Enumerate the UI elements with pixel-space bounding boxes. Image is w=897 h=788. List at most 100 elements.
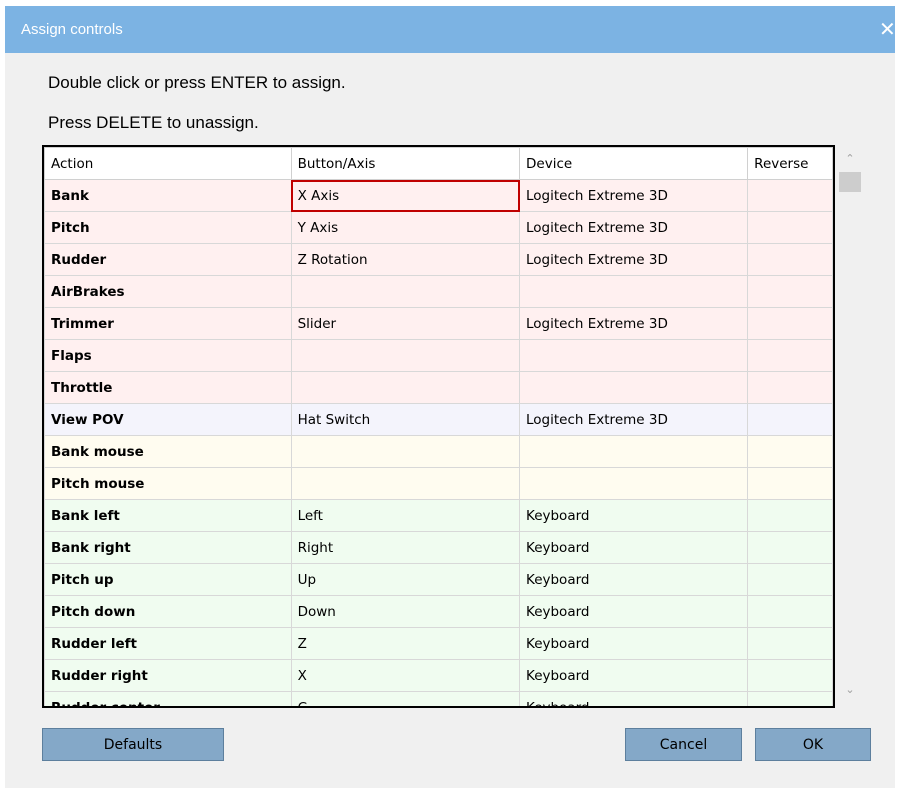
device-cell[interactable]: Logitech Extreme 3D xyxy=(519,211,749,244)
device-cell[interactable]: Logitech Extreme 3D xyxy=(519,243,749,276)
button-axis-cell[interactable]: Z Rotation xyxy=(290,243,521,276)
table-row[interactable]: Pitch down Down Keyboard xyxy=(44,595,833,628)
column-header-reverse[interactable]: Reverse xyxy=(747,147,833,180)
table-row[interactable]: View POV Hat Switch Logitech Extreme 3D xyxy=(44,403,833,436)
column-header-button-axis[interactable]: Button/Axis xyxy=(290,147,521,180)
reverse-cell[interactable] xyxy=(747,371,833,404)
action-cell[interactable]: Trimmer xyxy=(44,307,292,340)
device-cell[interactable]: Logitech Extreme 3D xyxy=(519,307,749,340)
table-row[interactable]: Flaps xyxy=(44,339,833,372)
device-cell[interactable] xyxy=(519,435,749,468)
device-cell[interactable] xyxy=(519,275,749,308)
reverse-cell[interactable] xyxy=(747,691,833,706)
table-row[interactable]: Throttle xyxy=(44,371,833,404)
device-cell[interactable]: Keyboard xyxy=(519,595,749,628)
vertical-scrollbar[interactable]: ⌃ ⌄ xyxy=(837,145,864,706)
table-row[interactable]: Pitch up Up Keyboard xyxy=(44,563,833,596)
table-row[interactable]: Rudder center C Keyboard xyxy=(44,691,833,706)
button-axis-cell[interactable]: Down xyxy=(290,595,521,628)
table-row[interactable]: Trimmer Slider Logitech Extreme 3D xyxy=(44,307,833,340)
reverse-cell[interactable] xyxy=(747,339,833,372)
reverse-cell[interactable] xyxy=(747,307,833,340)
column-header-device[interactable]: Device xyxy=(519,147,749,180)
action-cell[interactable]: Bank xyxy=(44,179,292,212)
button-axis-cell[interactable] xyxy=(290,435,521,468)
reverse-cell[interactable] xyxy=(747,243,833,276)
table-row[interactable]: Rudder Z Rotation Logitech Extreme 3D xyxy=(44,243,833,276)
reverse-cell[interactable] xyxy=(747,275,833,308)
reverse-cell[interactable] xyxy=(747,595,833,628)
action-cell[interactable]: View POV xyxy=(44,403,292,436)
controls-grid[interactable]: Action Button/Axis Device Reverse Bank X … xyxy=(42,145,835,708)
button-axis-cell[interactable]: X xyxy=(290,659,521,692)
scroll-down-icon[interactable]: ⌄ xyxy=(843,684,857,696)
button-axis-cell[interactable]: Right xyxy=(290,531,521,564)
reverse-cell[interactable] xyxy=(747,499,833,532)
reverse-cell[interactable] xyxy=(747,435,833,468)
action-cell[interactable]: Bank mouse xyxy=(44,435,292,468)
scroll-up-icon[interactable]: ⌃ xyxy=(843,153,857,165)
device-cell[interactable]: Keyboard xyxy=(519,691,749,706)
close-icon[interactable]: ✕ xyxy=(879,19,896,39)
action-cell[interactable]: Rudder right xyxy=(44,659,292,692)
button-axis-cell[interactable] xyxy=(290,275,521,308)
button-axis-cell[interactable]: Y Axis xyxy=(290,211,521,244)
button-axis-cell[interactable]: C xyxy=(290,691,521,706)
ok-button[interactable]: OK xyxy=(755,728,871,761)
reverse-cell[interactable] xyxy=(747,563,833,596)
action-cell[interactable]: Rudder center xyxy=(44,691,292,706)
defaults-button[interactable]: Defaults xyxy=(42,728,224,761)
table-row[interactable]: Bank X Axis Logitech Extreme 3D xyxy=(44,179,833,212)
reverse-cell[interactable] xyxy=(747,531,833,564)
action-cell[interactable]: Pitch up xyxy=(44,563,292,596)
action-cell[interactable]: Rudder left xyxy=(44,627,292,660)
device-cell[interactable]: Logitech Extreme 3D xyxy=(519,179,749,212)
table-header-row: Action Button/Axis Device Reverse xyxy=(44,147,833,180)
action-cell[interactable]: Pitch xyxy=(44,211,292,244)
table-row[interactable]: Pitch Y Axis Logitech Extreme 3D xyxy=(44,211,833,244)
table-row[interactable]: Pitch mouse xyxy=(44,467,833,500)
device-cell[interactable]: Keyboard xyxy=(519,499,749,532)
device-cell[interactable]: Keyboard xyxy=(519,627,749,660)
action-cell[interactable]: Rudder xyxy=(44,243,292,276)
table-row[interactable]: Rudder right X Keyboard xyxy=(44,659,833,692)
button-axis-cell[interactable]: Hat Switch xyxy=(290,403,521,436)
action-cell[interactable]: Pitch mouse xyxy=(44,467,292,500)
action-cell[interactable]: AirBrakes xyxy=(44,275,292,308)
window-title: Assign controls xyxy=(21,21,123,38)
button-axis-cell[interactable]: Slider xyxy=(290,307,521,340)
reverse-cell[interactable] xyxy=(747,211,833,244)
cancel-button[interactable]: Cancel xyxy=(625,728,742,761)
reverse-cell[interactable] xyxy=(747,467,833,500)
reverse-cell[interactable] xyxy=(747,627,833,660)
device-cell[interactable]: Logitech Extreme 3D xyxy=(519,403,749,436)
button-axis-cell[interactable] xyxy=(290,467,521,500)
table-row[interactable]: Bank right Right Keyboard xyxy=(44,531,833,564)
table-row[interactable]: Rudder left Z Keyboard xyxy=(44,627,833,660)
action-cell[interactable]: Flaps xyxy=(44,339,292,372)
device-cell[interactable]: Keyboard xyxy=(519,563,749,596)
button-axis-cell[interactable]: X Axis xyxy=(290,179,521,212)
action-cell[interactable]: Pitch down xyxy=(44,595,292,628)
device-cell[interactable] xyxy=(519,467,749,500)
action-cell[interactable]: Throttle xyxy=(44,371,292,404)
button-axis-cell[interactable]: Z xyxy=(290,627,521,660)
button-axis-cell[interactable]: Left xyxy=(290,499,521,532)
device-cell[interactable]: Keyboard xyxy=(519,659,749,692)
table-row[interactable]: AirBrakes xyxy=(44,275,833,308)
button-axis-cell[interactable]: Up xyxy=(290,563,521,596)
device-cell[interactable]: Keyboard xyxy=(519,531,749,564)
scrollbar-thumb[interactable] xyxy=(839,172,861,192)
reverse-cell[interactable] xyxy=(747,179,833,212)
reverse-cell[interactable] xyxy=(747,659,833,692)
action-cell[interactable]: Bank left xyxy=(44,499,292,532)
button-axis-cell[interactable] xyxy=(290,371,521,404)
reverse-cell[interactable] xyxy=(747,403,833,436)
column-header-action[interactable]: Action xyxy=(44,147,292,180)
table-row[interactable]: Bank left Left Keyboard xyxy=(44,499,833,532)
device-cell[interactable] xyxy=(519,371,749,404)
action-cell[interactable]: Bank right xyxy=(44,531,292,564)
table-row[interactable]: Bank mouse xyxy=(44,435,833,468)
device-cell[interactable] xyxy=(519,339,749,372)
button-axis-cell[interactable] xyxy=(290,339,521,372)
